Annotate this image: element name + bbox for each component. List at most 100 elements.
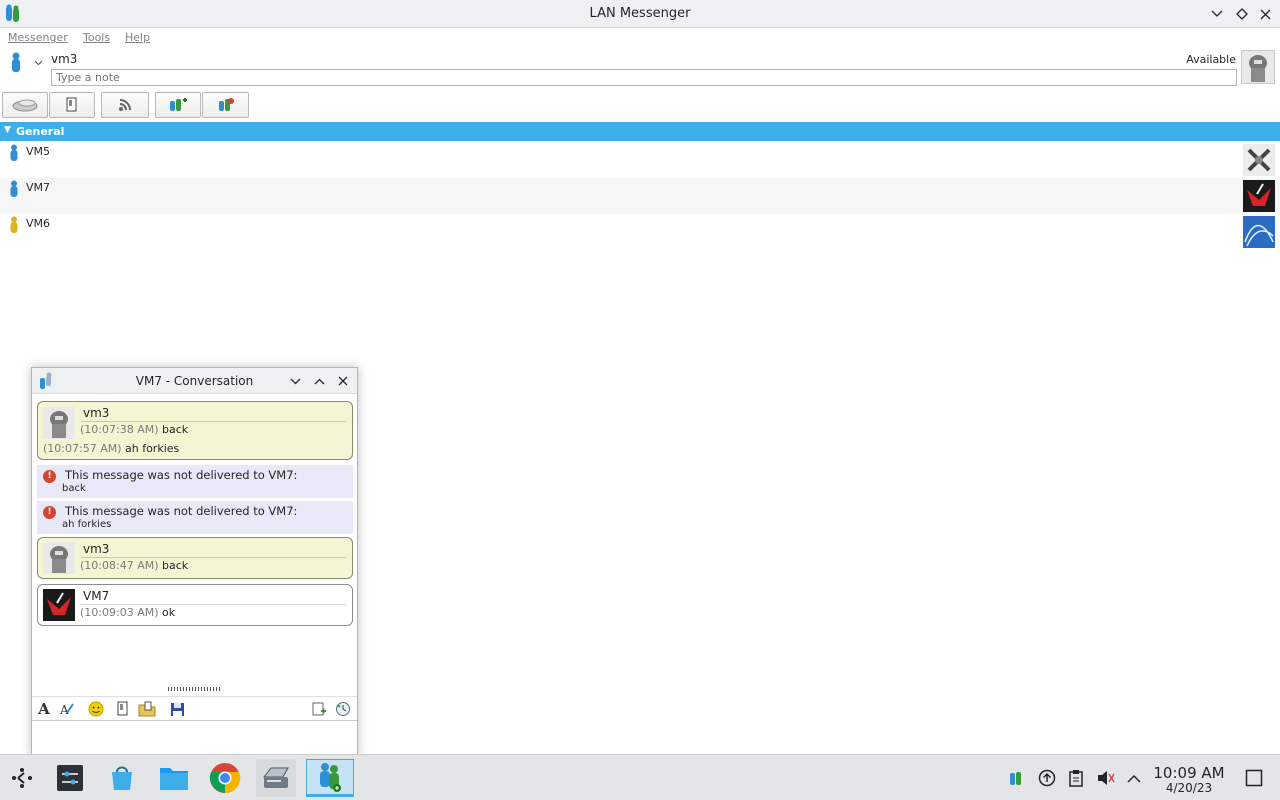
chrome-icon[interactable]: [205, 759, 245, 797]
menu-help[interactable]: Help: [125, 31, 150, 44]
send-file-icon[interactable]: [114, 700, 132, 718]
avatar[interactable]: [1241, 50, 1275, 84]
broadcast-icon: [119, 99, 131, 111]
timestamp: (10:07:38 AM): [80, 423, 159, 436]
status-icon[interactable]: [10, 52, 22, 74]
message-input[interactable]: [32, 720, 357, 756]
close-button[interactable]: [334, 372, 352, 390]
scanner-icon[interactable]: [256, 759, 296, 797]
broadcast-button[interactable]: [101, 92, 149, 118]
error-message-text: ah forkies: [62, 519, 112, 530]
file-transfer-icon: [66, 97, 77, 112]
clock[interactable]: 10:09 AM 4/20/23: [1150, 765, 1228, 795]
error-icon: !: [43, 506, 56, 519]
group-header[interactable]: ▼ General: [0, 122, 1280, 141]
error-title: This message was not delivered to VM7:: [65, 468, 298, 482]
clipboard-icon[interactable]: [1066, 768, 1086, 788]
svg-text:A: A: [59, 703, 69, 717]
application-launcher-icon[interactable]: [2, 759, 42, 797]
delivery-error: ! This message was not delivered to VM7:…: [37, 465, 353, 498]
message-text: back: [162, 559, 189, 572]
message-bubble: VM7 (10:09:03 AM) ok: [37, 584, 353, 626]
maximize-button[interactable]: [1233, 5, 1251, 23]
taskbar: 10:09 AM 4/20/23: [0, 754, 1280, 800]
add-group-icon: [170, 98, 187, 111]
lan-messenger-tray-icon[interactable]: [1006, 768, 1026, 788]
chevron-up-icon[interactable]: [1124, 768, 1144, 788]
contact-item[interactable]: VM7: [0, 178, 1280, 214]
avatar: [43, 407, 75, 439]
minimize-button[interactable]: [286, 372, 304, 390]
minimize-button[interactable]: [1208, 5, 1226, 23]
title-bar: LAN Messenger: [0, 0, 1280, 28]
user-name: vm3: [51, 52, 78, 66]
message-line: (10:08:47 AM) back: [80, 559, 188, 572]
timestamp: (10:08:47 AM): [80, 559, 159, 572]
sender-name: vm3: [83, 406, 110, 420]
avatar: [1243, 144, 1275, 176]
expand-icon: ▼: [4, 125, 11, 135]
file-manager-icon[interactable]: [154, 759, 194, 797]
note-input[interactable]: [51, 69, 1237, 86]
contact-item[interactable]: VM5: [0, 142, 1280, 178]
manage-contacts-icon: [218, 98, 234, 111]
delivery-error: ! This message was not delivered to VM7:…: [37, 501, 353, 534]
window-title: LAN Messenger: [589, 6, 691, 21]
avatar: [1243, 216, 1275, 248]
group-name: General: [16, 125, 65, 138]
timestamp: (10:07:57 AM): [43, 442, 122, 455]
error-title: This message was not delivered to VM7:: [65, 504, 298, 518]
conversation-toolbar: A A: [32, 696, 357, 720]
message-bubble: vm3 (10:07:38 AM) back (10:07:57 AM) ah …: [37, 401, 353, 460]
save-icon[interactable]: [168, 700, 186, 718]
lan-messenger-task-icon[interactable]: [306, 759, 354, 797]
menu-bar: Messenger Tools Help: [0, 30, 1280, 46]
send-folder-icon[interactable]: [138, 700, 156, 718]
chat-room-icon: [12, 99, 38, 112]
smiley-icon[interactable]: [87, 700, 105, 718]
message-text: ah forkies: [125, 442, 180, 455]
contact-name: VM6: [26, 217, 51, 230]
system-settings-icon[interactable]: [50, 759, 90, 797]
discover-icon[interactable]: [102, 759, 142, 797]
clock-date: 4/20/23: [1165, 781, 1213, 795]
message-text: ok: [162, 606, 176, 619]
avatar: [43, 542, 75, 574]
splitter-handle[interactable]: [168, 687, 222, 691]
updates-icon[interactable]: [1037, 768, 1057, 788]
avatar: [1243, 180, 1275, 212]
error-message-text: back: [62, 483, 86, 494]
status-icon: [10, 180, 18, 197]
close-button[interactable]: [1256, 5, 1274, 23]
contact-item[interactable]: VM6: [0, 214, 1280, 250]
volume-muted-icon[interactable]: [1096, 768, 1116, 788]
file-transfer-button[interactable]: [49, 92, 95, 118]
maximize-button[interactable]: [310, 372, 328, 390]
contact-name: VM5: [26, 145, 51, 158]
add-group-button[interactable]: [155, 92, 201, 118]
history-icon[interactable]: [334, 700, 352, 718]
show-desktop-icon[interactable]: [1244, 768, 1264, 788]
user-panel: vm3 Available: [0, 48, 1280, 90]
conversation-window: VM7 - Conversation vm3 (10:07:38 AM) bac…: [31, 367, 358, 757]
sender-name: VM7: [83, 589, 110, 603]
font-icon[interactable]: A: [35, 700, 53, 718]
menu-tools[interactable]: Tools: [83, 31, 110, 44]
status-icon: [10, 144, 18, 161]
avatar: [43, 589, 75, 621]
error-icon: !: [43, 470, 56, 483]
message-line: (10:07:38 AM) back: [80, 423, 188, 436]
status-label[interactable]: Available: [1186, 53, 1236, 66]
status-dropdown-icon[interactable]: [34, 60, 43, 66]
message-line: (10:09:03 AM) ok: [80, 606, 175, 619]
menu-messenger[interactable]: Messenger: [8, 31, 68, 44]
transcript-icon[interactable]: [310, 700, 328, 718]
font-color-icon[interactable]: A: [58, 700, 76, 718]
conversation-title: VM7 - Conversation: [135, 374, 254, 388]
chat-room-button[interactable]: [2, 92, 48, 118]
clock-time: 10:09 AM: [1153, 764, 1225, 782]
manage-contacts-button[interactable]: [202, 92, 249, 118]
message-line: (10:07:57 AM) ah forkies: [43, 442, 179, 455]
contact-name: VM7: [26, 181, 51, 194]
sender-name: vm3: [83, 542, 110, 556]
